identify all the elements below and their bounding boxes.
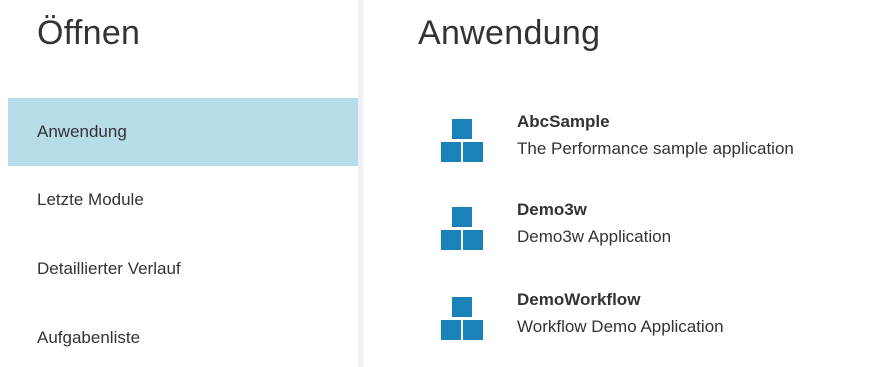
application-blocks-icon (438, 118, 486, 166)
app-description: The Performance sample application (517, 139, 794, 158)
nav-item-detaillierter-verlauf[interactable]: Detaillierter Verlauf (8, 235, 358, 303)
app-list-item-demoworkflow[interactable]: DemoWorkflow Workflow Demo Application (438, 290, 878, 350)
icon-block (452, 207, 472, 227)
app-description: Demo3w Application (517, 227, 672, 246)
app-description: Workflow Demo Application (517, 317, 724, 336)
icon-block (441, 320, 461, 340)
app-name: Demo3w (517, 200, 587, 219)
nav-item-letzte-module[interactable]: Letzte Module (8, 166, 358, 234)
nav-title: Öffnen (37, 14, 141, 52)
app-list-item-abcsample[interactable]: AbcSample The Performance sample applica… (438, 112, 878, 172)
nav-item-aufgabenliste[interactable]: Aufgabenliste (8, 304, 358, 367)
open-navigation-panel: Öffnen Anwendung Letzte Module Detaillie… (0, 0, 358, 367)
icon-block (452, 119, 472, 139)
icon-block (441, 230, 461, 250)
app-list-item-demo3w[interactable]: Demo3w Demo3w Application (438, 200, 878, 260)
icon-block (452, 297, 472, 317)
icon-block (441, 142, 461, 162)
app-name: DemoWorkflow (517, 290, 641, 309)
app-name: AbcSample (517, 112, 610, 131)
page-title: Anwendung (418, 14, 601, 52)
nav-item-label: Letzte Module (37, 190, 144, 209)
nav-item-label: Aufgabenliste (37, 328, 141, 347)
application-blocks-icon (438, 206, 486, 254)
icon-block (463, 142, 483, 162)
open-dialog: Öffnen Anwendung Letzte Module Detaillie… (0, 0, 885, 367)
icon-block (463, 230, 483, 250)
application-blocks-icon (438, 296, 486, 344)
nav-item-label: Detaillierter Verlauf (37, 259, 181, 278)
icon-block (463, 320, 483, 340)
nav-item-label: Anwendung (37, 122, 127, 141)
nav-item-anwendung[interactable]: Anwendung (8, 98, 358, 166)
main-content: Anwendung AbcSample The Performance samp… (363, 0, 885, 367)
